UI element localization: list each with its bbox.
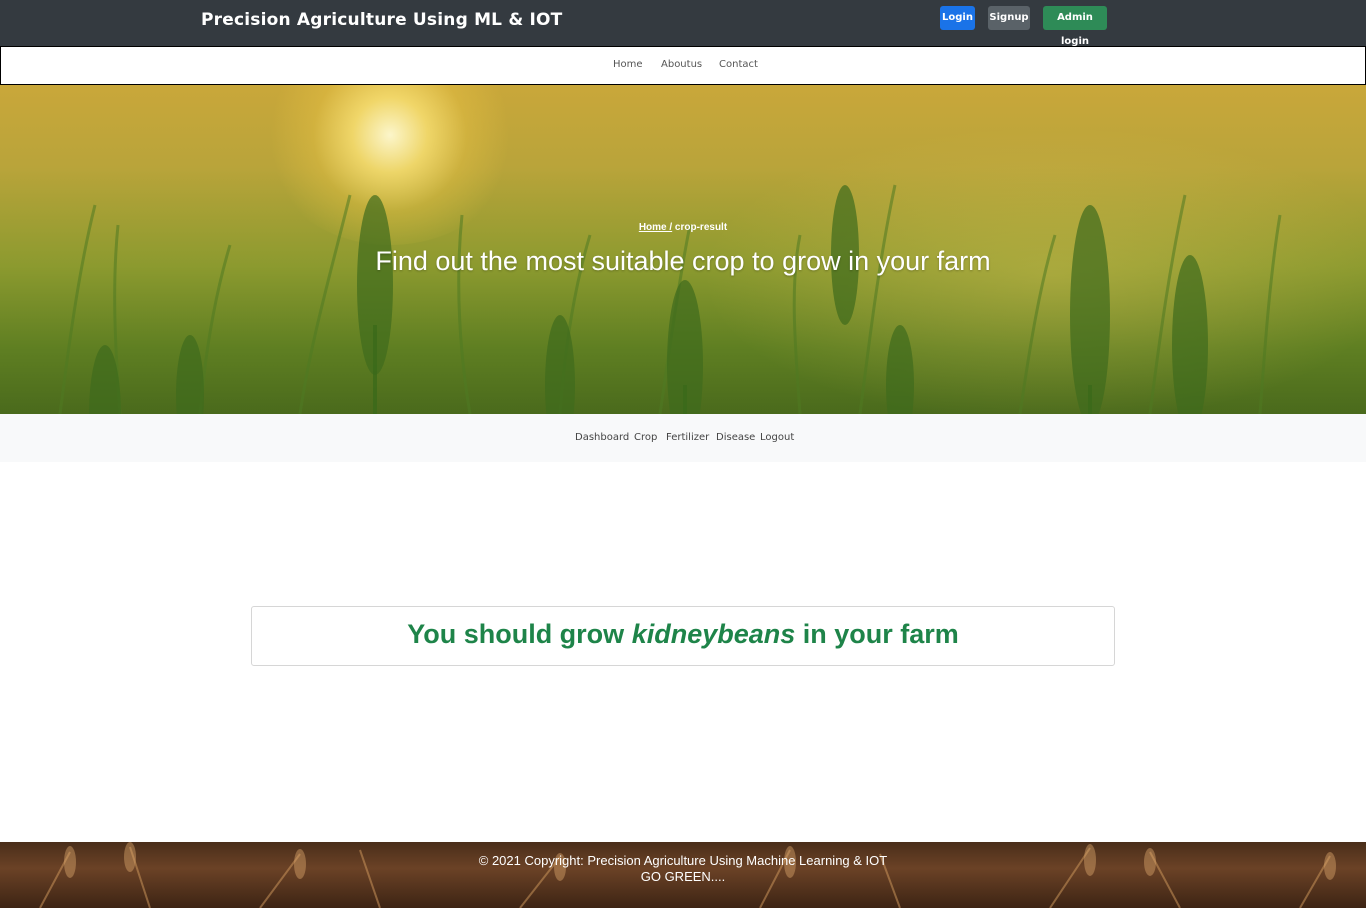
breadcrumb: Home / crop-result xyxy=(0,222,1366,233)
nav-item-contact[interactable]: Contact xyxy=(719,59,758,70)
crop-result-card: You should grow kidneybeans in your farm xyxy=(251,606,1115,666)
result-prefix: You should grow xyxy=(407,619,632,649)
footer: © 2021 Copyright: Precision Agriculture … xyxy=(0,842,1366,908)
breadcrumb-current: crop-result xyxy=(672,222,728,233)
footer-tagline: GO GREEN.... xyxy=(640,869,726,884)
main-nav: Home Aboutus Contact xyxy=(0,46,1366,85)
site-brand[interactable]: Precision Agriculture Using ML & IOT xyxy=(201,10,562,30)
nav-item-dashboard[interactable]: Dashboard xyxy=(575,432,629,443)
recommended-crop: kidneybeans xyxy=(631,619,796,649)
result-suffix: in your farm xyxy=(795,619,959,649)
footer-copyright: © 2021 Copyright: Precision Agriculture … xyxy=(478,853,888,868)
user-nav: Dashboard Crop Fertilizer Disease Logout xyxy=(0,414,1366,462)
nav-item-fertilizer[interactable]: Fertilizer xyxy=(666,432,709,443)
page-title: Find out the most suitable crop to grow … xyxy=(375,246,991,276)
top-bar: Precision Agriculture Using ML & IOT Log… xyxy=(0,0,1366,47)
crop-result-text: You should grow kidneybeans in your farm xyxy=(252,619,1114,650)
nav-item-logout[interactable]: Logout xyxy=(760,432,794,443)
nav-item-crop[interactable]: Crop xyxy=(634,432,657,443)
nav-item-disease[interactable]: Disease xyxy=(716,432,755,443)
login-button[interactable]: Login xyxy=(940,6,975,30)
nav-item-aboutus[interactable]: Aboutus xyxy=(661,59,702,70)
breadcrumb-home-link[interactable]: Home / xyxy=(639,222,672,233)
nav-item-home[interactable]: Home xyxy=(613,59,643,70)
signup-button[interactable]: Signup xyxy=(988,6,1030,30)
admin-login-button[interactable]: Admin login xyxy=(1043,6,1107,47)
hero-banner: Home / crop-result Find out the most sui… xyxy=(0,85,1366,414)
